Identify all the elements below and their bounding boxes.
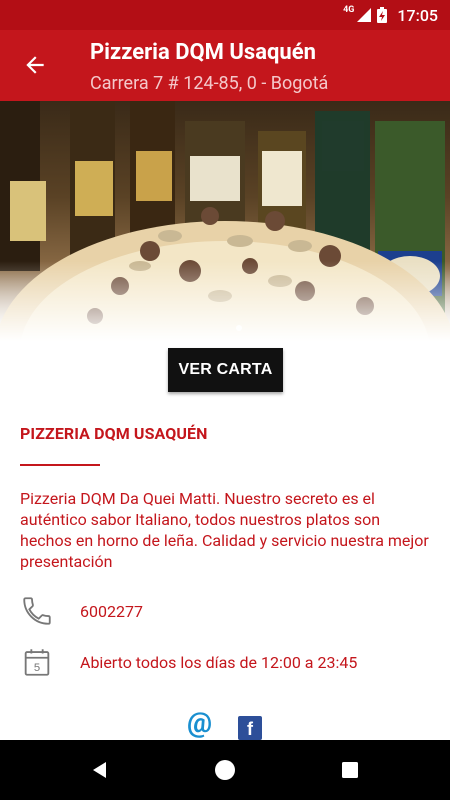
hours-row: 5 Abierto todos los días de 12:00 a 23:4… — [20, 645, 430, 679]
system-nav-bar — [0, 740, 450, 800]
view-menu-button[interactable]: VER CARTA — [168, 348, 283, 392]
facebook-icon[interactable]: f — [238, 716, 262, 740]
hero-image — [0, 101, 450, 341]
battery-charging-icon — [377, 7, 388, 23]
restaurant-name-heading: PIZZERIA DQM USAQUÉN — [20, 424, 208, 443]
calendar-icon: 5 — [20, 645, 58, 679]
carousel-indicator — [236, 325, 242, 331]
nav-home-icon[interactable] — [195, 740, 255, 800]
nav-recents-icon[interactable] — [320, 740, 380, 800]
social-links: @ f — [0, 709, 450, 740]
svg-text:5: 5 — [34, 662, 40, 674]
clock: 17:05 — [397, 5, 438, 25]
phone-row[interactable]: 6002277 — [20, 594, 430, 628]
page-subtitle-address: Carrera 7 # 124-85, 0 - Bogotá — [90, 73, 329, 94]
at-icon[interactable]: @ — [187, 709, 212, 737]
restaurant-description: Pizzeria DQM Da Quei Matti. Nuestro secr… — [20, 489, 429, 571]
phone-icon — [20, 594, 58, 628]
app-bar: Pizzeria DQM Usaquén Carrera 7 # 124-85,… — [0, 30, 450, 101]
signal-icon — [357, 8, 372, 22]
arrow-back-icon[interactable] — [22, 52, 48, 78]
page-title: Pizzeria DQM Usaquén — [90, 40, 316, 65]
heading-divider — [20, 464, 100, 466]
network-type: 4G — [343, 5, 355, 15]
nav-back-icon[interactable] — [70, 740, 130, 800]
phone-number[interactable]: 6002277 — [80, 602, 143, 621]
opening-hours: Abierto todos los días de 12:00 a 23:45 — [80, 652, 358, 672]
status-bar: 4G 17:05 — [0, 0, 450, 30]
